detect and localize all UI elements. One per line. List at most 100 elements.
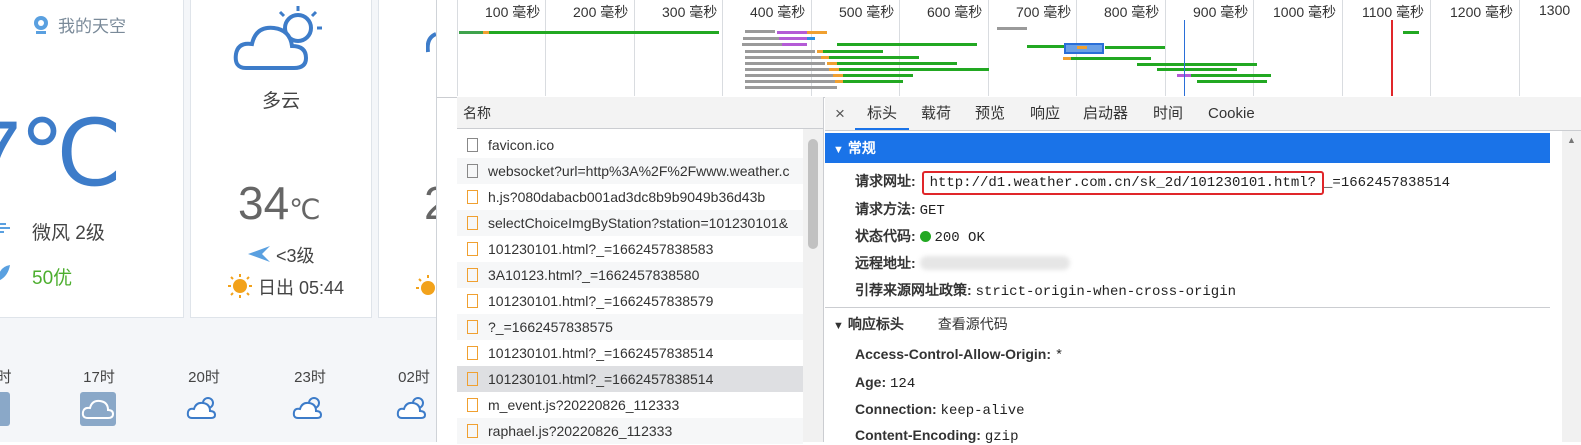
request-row[interactable]: 3A10123.html?_=1662457838580 (457, 262, 803, 288)
tab-response[interactable]: 响应 (1030, 97, 1060, 130)
response-header-key: Age: (855, 374, 887, 390)
request-method-label: 请求方法: (855, 201, 916, 217)
script-file-icon (467, 242, 478, 256)
request-row-selected[interactable]: 101230101.html?_=1662457838514 (457, 366, 803, 392)
waterfall-bar (807, 37, 815, 40)
waterfall-bar (837, 62, 957, 65)
hour-cloudy-icon[interactable] (80, 392, 116, 426)
request-name: 101230101.html?_=1662457838583 (488, 241, 714, 257)
timeline-gridline (1165, 0, 1166, 96)
forecast-temperature: 34℃ (238, 176, 321, 230)
waterfall-bar (745, 56, 821, 59)
expand-triangle-icon: ▼ (833, 144, 844, 156)
name-column-header[interactable]: 名称 (457, 97, 823, 129)
response-header-value: keep-alive (940, 403, 1025, 419)
request-row[interactable]: raphael.js?20220826_112333 (457, 418, 803, 444)
waterfall-bar (833, 74, 843, 77)
script-file-icon (467, 346, 478, 360)
request-row[interactable]: favicon.ico (457, 132, 803, 158)
tab-initiator[interactable]: 启动器 (1083, 97, 1128, 130)
timeline-tick-label: 300 毫秒 (662, 4, 718, 20)
tab-headers[interactable]: 标头 (855, 97, 910, 130)
document-file-icon (467, 138, 478, 152)
script-file-icon (467, 424, 478, 438)
timeline-tick-label: 900 毫秒 (1193, 4, 1249, 20)
current-temperature: 7℃ (0, 103, 122, 205)
hour-label: 时 (0, 369, 12, 386)
partial-sun-icon (414, 274, 436, 303)
scroll-up-arrow-icon[interactable]: ▲ (1567, 135, 1576, 145)
timeline-tick-label: 700 毫秒 (1016, 4, 1072, 20)
tab-timing[interactable]: 时间 (1153, 97, 1183, 130)
timeline-tick-label: 500 毫秒 (839, 4, 895, 20)
timeline-gridline (457, 0, 458, 96)
script-file-icon (467, 372, 478, 386)
partly-cloudy-icon (232, 4, 328, 79)
timeline-tick-label: 600 毫秒 (927, 4, 983, 20)
section-divider (825, 307, 1550, 308)
view-source-link[interactable]: 查看源代码 (938, 316, 1008, 332)
referrer-policy-value: strict-origin-when-cross-origin (975, 284, 1237, 300)
waterfall-bar (827, 62, 837, 65)
request-list-scrollbar[interactable] (803, 129, 823, 442)
waterfall-bar (1063, 57, 1071, 60)
script-file-icon (467, 398, 478, 412)
request-row[interactable]: ?_=1662457838575 (457, 314, 803, 340)
request-url-rest[interactable]: _=1662457838514 (1324, 175, 1450, 191)
request-row[interactable]: 101230101.html?_=1662457838583 (457, 236, 803, 262)
status-code-value: 200 OK (934, 230, 985, 246)
request-row[interactable]: 101230101.html?_=1662457838579 (457, 288, 803, 314)
waterfall-bar (777, 31, 807, 34)
scrollbar-thumb[interactable] (808, 139, 818, 249)
timeline-gridline (1430, 0, 1431, 96)
response-header-row: Content-Encoding: gzip (855, 427, 1018, 445)
waterfall-bar (745, 74, 833, 77)
request-method-row: 请求方法: GET (855, 199, 945, 219)
detail-scrollbar[interactable]: ▲ (1562, 131, 1581, 442)
location[interactable]: 我的天空 (32, 12, 126, 37)
network-timeline-overview[interactable]: 100 毫秒 200 毫秒 300 毫秒 400 毫秒 500 毫秒 600 毫… (437, 0, 1581, 98)
close-icon[interactable]: × (835, 97, 845, 130)
request-row[interactable]: m_event.js?20220826_112333 (457, 392, 803, 418)
response-headers-title: 响应标头 (847, 316, 904, 332)
request-url-label: 请求网址: (855, 173, 916, 189)
status-code-label: 状态代码: (855, 228, 916, 244)
response-header-row: Age: 124 (855, 374, 915, 392)
timeline-gridline (988, 0, 989, 96)
script-file-icon (467, 268, 478, 282)
request-row[interactable]: h.js?080dabacb001ad3dc8b9b9049b36d43b (457, 184, 803, 210)
redacted-address (919, 256, 1070, 270)
forecast-temp-value: 34 (238, 177, 290, 229)
leaf-icon (0, 263, 12, 288)
waterfall-bar (743, 37, 779, 40)
devtools-network-panel: 100 毫秒 200 毫秒 300 毫秒 400 毫秒 500 毫秒 600 毫… (436, 0, 1581, 445)
request-name: 101230101.html?_=1662457838514 (488, 345, 714, 361)
remote-address-row: 远程地址: (855, 253, 1070, 273)
response-headers-section-header[interactable]: ▼ 响应标头 查看源代码 (825, 309, 1550, 339)
request-name: 3A10123.html?_=1662457838580 (488, 267, 700, 283)
request-row[interactable]: selectChoiceImgByStation?station=1012301… (457, 210, 803, 236)
timeline-tick-label: 200 毫秒 (573, 4, 629, 20)
sunrise-icon (228, 274, 252, 303)
request-name: websocket?url=http%3A%2F%2Fwww.weather.c (488, 163, 790, 179)
request-row[interactable]: websocket?url=http%3A%2F%2Fwww.weather.c (457, 158, 803, 184)
waterfall-bar (1177, 74, 1271, 77)
request-url-highlight[interactable]: http://d1.weather.com.cn/sk_2d/101230101… (921, 171, 1325, 195)
tab-preview[interactable]: 预览 (975, 97, 1005, 130)
tab-payload[interactable]: 载荷 (921, 97, 951, 130)
expand-triangle-icon: ▼ (833, 320, 844, 332)
request-row[interactable]: 101230101.html?_=1662457838514 (457, 340, 803, 366)
hour-label: 20时 (188, 369, 220, 386)
timeline-gridline (634, 0, 635, 96)
waterfall-bar (1071, 57, 1151, 60)
tab-cookies[interactable]: Cookie (1208, 97, 1255, 130)
waterfall-bar (1403, 31, 1419, 34)
waterfall-bar (1077, 46, 1087, 49)
waterfall-bar (782, 43, 807, 46)
waterfall-bar (1027, 45, 1067, 48)
status-code-row: 状态代码: 200 OK (855, 226, 985, 246)
waterfall-bar (807, 31, 827, 34)
general-section-header[interactable]: ▼ 常规 (825, 133, 1550, 163)
hour-cloudy-icon (292, 394, 326, 427)
waterfall-bar (489, 31, 719, 34)
